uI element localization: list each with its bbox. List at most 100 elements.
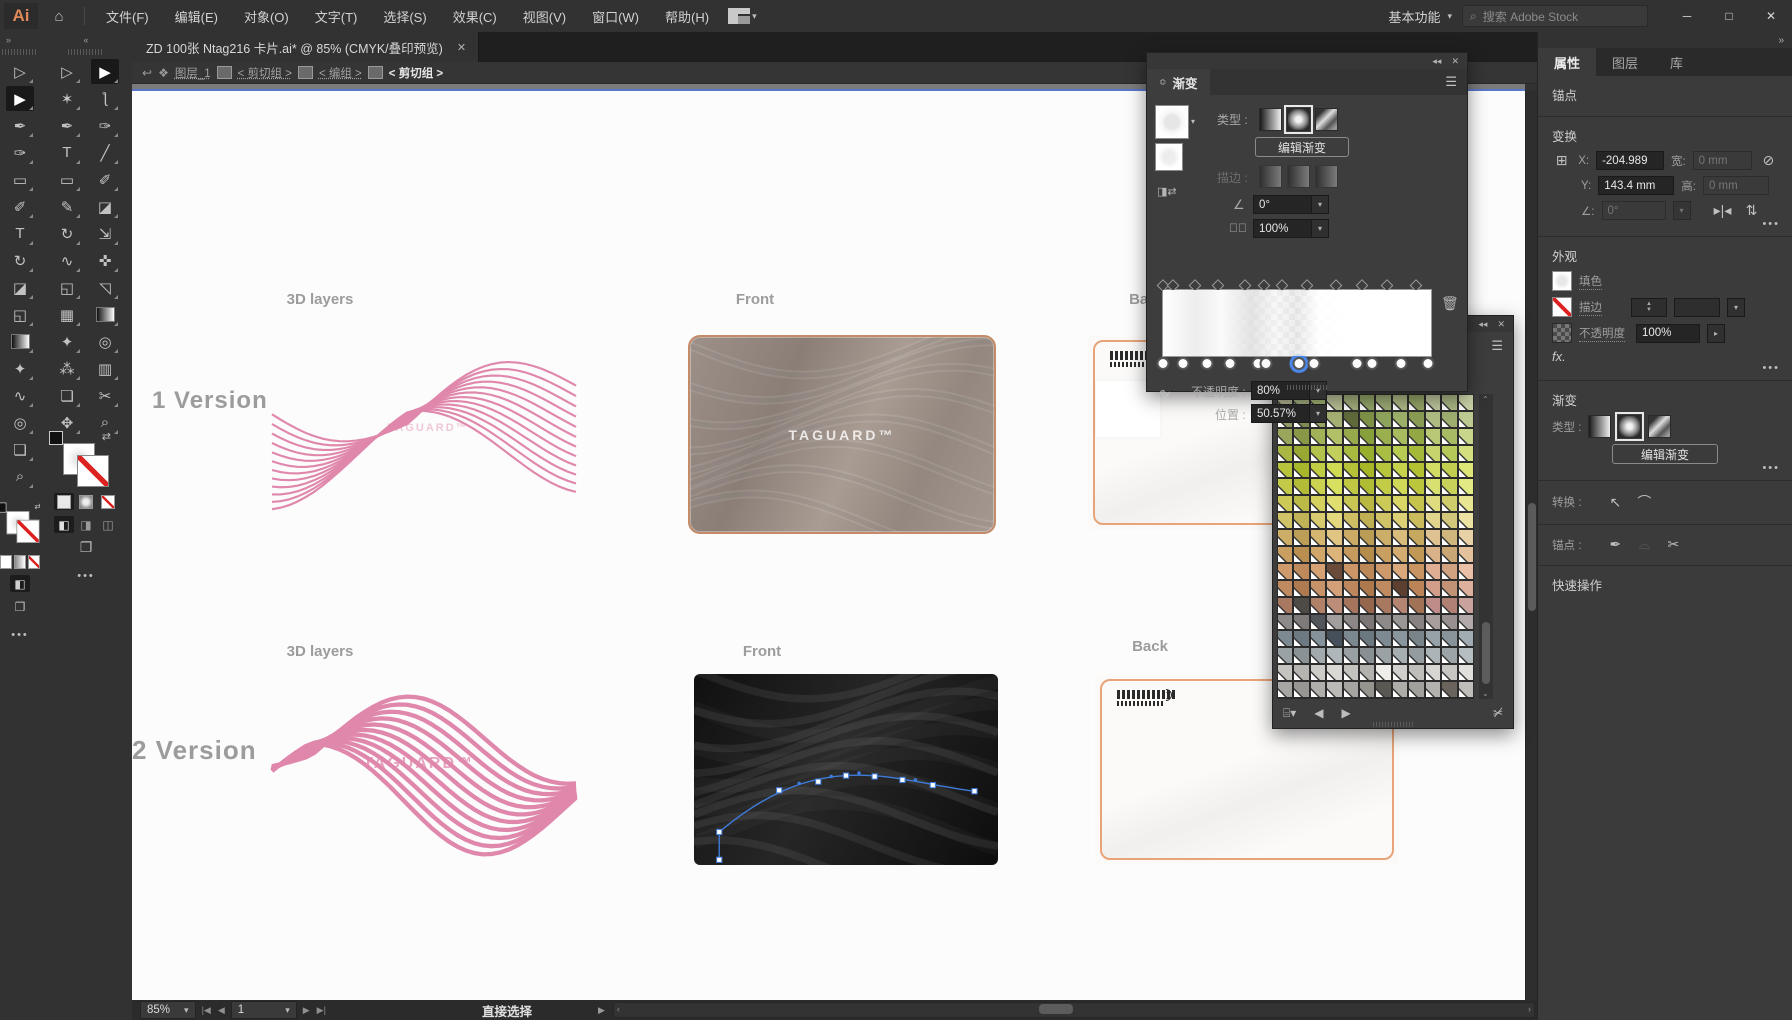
front-card-row2[interactable]	[694, 674, 998, 865]
chevron-down-icon[interactable]: ▾	[752, 11, 757, 22]
cut-path-icon[interactable]: ✂	[1662, 536, 1684, 553]
scroll-left-icon[interactable]: ‹	[617, 1004, 620, 1014]
color-swatch[interactable]	[1326, 630, 1342, 647]
color-swatch[interactable]	[1392, 445, 1408, 462]
color-swatch[interactable]	[1310, 512, 1326, 529]
color-swatch[interactable]	[1441, 563, 1457, 580]
color-swatch[interactable]	[1343, 546, 1359, 563]
color-swatch[interactable]	[1326, 664, 1342, 681]
color-swatch[interactable]	[1375, 563, 1391, 580]
color-swatch[interactable]	[1458, 664, 1474, 681]
color-swatch[interactable]	[1458, 512, 1474, 529]
color-swatch[interactable]	[1458, 563, 1474, 580]
color-swatch[interactable]	[1425, 664, 1441, 681]
paintbrush-tool[interactable]: ✐	[91, 167, 119, 192]
color-swatch[interactable]	[1343, 462, 1359, 479]
color-swatch[interactable]	[1458, 630, 1474, 647]
stroke-swatch[interactable]	[17, 520, 40, 543]
color-swatch[interactable]	[1293, 428, 1309, 445]
panel-close-icon[interactable]: ✕	[1497, 319, 1505, 330]
menu-对象O[interactable]: 对象(O)	[233, 3, 300, 30]
menu-选择S[interactable]: 选择(S)	[372, 3, 437, 30]
mesh-tool[interactable]: ▦	[53, 302, 81, 327]
gradient-stop[interactable]	[1366, 357, 1379, 370]
color-swatch[interactable]	[1441, 495, 1457, 512]
fill-stroke-control[interactable]: ⇄	[6, 511, 39, 543]
color-swatch[interactable]	[1293, 630, 1309, 647]
fill-swatch[interactable]	[1552, 271, 1572, 291]
color-swatch[interactable]	[1277, 580, 1293, 597]
horizontal-scrollbar[interactable]: ‹ ›	[613, 1002, 1535, 1018]
wave-artwork-row1[interactable]: TAGUARD™	[272, 337, 576, 531]
reference-point-icon[interactable]: ⊞	[1552, 152, 1571, 169]
none-button[interactable]	[101, 495, 115, 509]
color-swatch[interactable]	[1359, 445, 1375, 462]
color-swatch[interactable]	[1425, 478, 1441, 495]
column-graph-tool[interactable]: ▥	[91, 356, 119, 381]
lasso-tool[interactable]: ƪ	[91, 86, 119, 111]
radial-gradient-button[interactable]	[1618, 415, 1641, 438]
chevron-down-icon[interactable]: ▾	[1191, 117, 1195, 126]
puppet-warp-tool[interactable]: ✜	[91, 248, 119, 273]
dock-collapse-icon[interactable]: »	[1778, 35, 1784, 46]
prev-library-icon[interactable]: ◀	[1314, 706, 1323, 720]
scroll-up-icon[interactable]: ⌃	[1482, 395, 1489, 404]
panel-collapse-icon[interactable]: ◂◂	[1478, 319, 1487, 330]
color-swatch[interactable]	[1293, 546, 1309, 563]
gradient-panel-tab[interactable]: ≎ 渐变	[1147, 69, 1210, 95]
fx-effects-icon[interactable]: fx.	[1552, 349, 1566, 364]
chevron-down-icon[interactable]: ▾	[1727, 298, 1745, 317]
color-swatch[interactable]	[1408, 495, 1424, 512]
edit-gradient-button[interactable]: 编辑渐变	[1255, 137, 1349, 157]
menu-窗口W[interactable]: 窗口(W)	[581, 3, 650, 30]
toolbar-more-icon[interactable]: •••	[40, 570, 132, 582]
color-swatch[interactable]	[1293, 529, 1309, 546]
color-swatch[interactable]	[1343, 428, 1359, 445]
color-swatch[interactable]	[1326, 546, 1342, 563]
color-swatch[interactable]	[1392, 394, 1408, 411]
menu-视图V[interactable]: 视图(V)	[512, 3, 577, 30]
color-swatch[interactable]	[1458, 647, 1474, 664]
gradient-stop[interactable]	[1224, 357, 1237, 370]
chevron-down-icon[interactable]: ▾	[1309, 404, 1327, 423]
color-swatch[interactable]	[1343, 681, 1359, 698]
gradient-stop[interactable]	[1421, 357, 1434, 370]
color-swatch[interactable]	[1458, 478, 1474, 495]
color-swatch[interactable]	[1359, 462, 1375, 479]
drawing-mode-icon[interactable]: ◧	[10, 575, 30, 592]
document-tab[interactable]: ZD 100张 Ntag216 卡片.ai* @ 85% (CMYK/叠印预览)…	[132, 32, 479, 62]
color-swatch[interactable]	[1359, 411, 1375, 428]
selected-bezier-path[interactable]	[694, 674, 998, 865]
gradient-fill-swatch[interactable]	[1155, 105, 1189, 139]
color-swatch[interactable]	[1343, 411, 1359, 428]
menu-帮助H[interactable]: 帮助(H)	[654, 3, 720, 30]
tab-属性[interactable]: 属性	[1538, 48, 1596, 76]
swatches-scroll-thumb[interactable]	[1482, 622, 1490, 684]
toolbar-more-icon[interactable]: •••	[0, 629, 40, 641]
color-swatch[interactable]	[1392, 478, 1408, 495]
color-swatch[interactable]	[1408, 563, 1424, 580]
color-swatch[interactable]	[1277, 428, 1293, 445]
color-swatch[interactable]	[1310, 681, 1326, 698]
color-swatch[interactable]	[1425, 563, 1441, 580]
toolbar-gripper[interactable]	[2, 49, 38, 55]
color-swatch[interactable]	[1343, 478, 1359, 495]
stroke-weight-stepper[interactable]: ▲▼	[1631, 298, 1667, 317]
zoom-tool[interactable]: ⌕	[6, 464, 34, 489]
color-swatch[interactable]	[1441, 529, 1457, 546]
color-swatch[interactable]	[1408, 529, 1424, 546]
color-swatch[interactable]	[1458, 614, 1474, 631]
chevron-down-icon[interactable]: ▾	[1311, 219, 1329, 238]
search-input[interactable]: ⌕ 搜索 Adobe Stock	[1462, 5, 1648, 27]
color-swatch[interactable]	[1458, 597, 1474, 614]
color-swatch[interactable]	[1408, 445, 1424, 462]
artboard-tool[interactable]: ❏	[53, 383, 81, 408]
color-swatch[interactable]	[1277, 445, 1293, 462]
color-swatch[interactable]	[1310, 478, 1326, 495]
color-swatch[interactable]	[1441, 630, 1457, 647]
flip-horizontal-icon[interactable]: ▸|◂	[1712, 202, 1734, 219]
color-swatch[interactable]	[1359, 647, 1375, 664]
freeform-gradient-button[interactable]	[1315, 108, 1338, 131]
color-swatch[interactable]	[1310, 546, 1326, 563]
color-swatch[interactable]	[1277, 630, 1293, 647]
